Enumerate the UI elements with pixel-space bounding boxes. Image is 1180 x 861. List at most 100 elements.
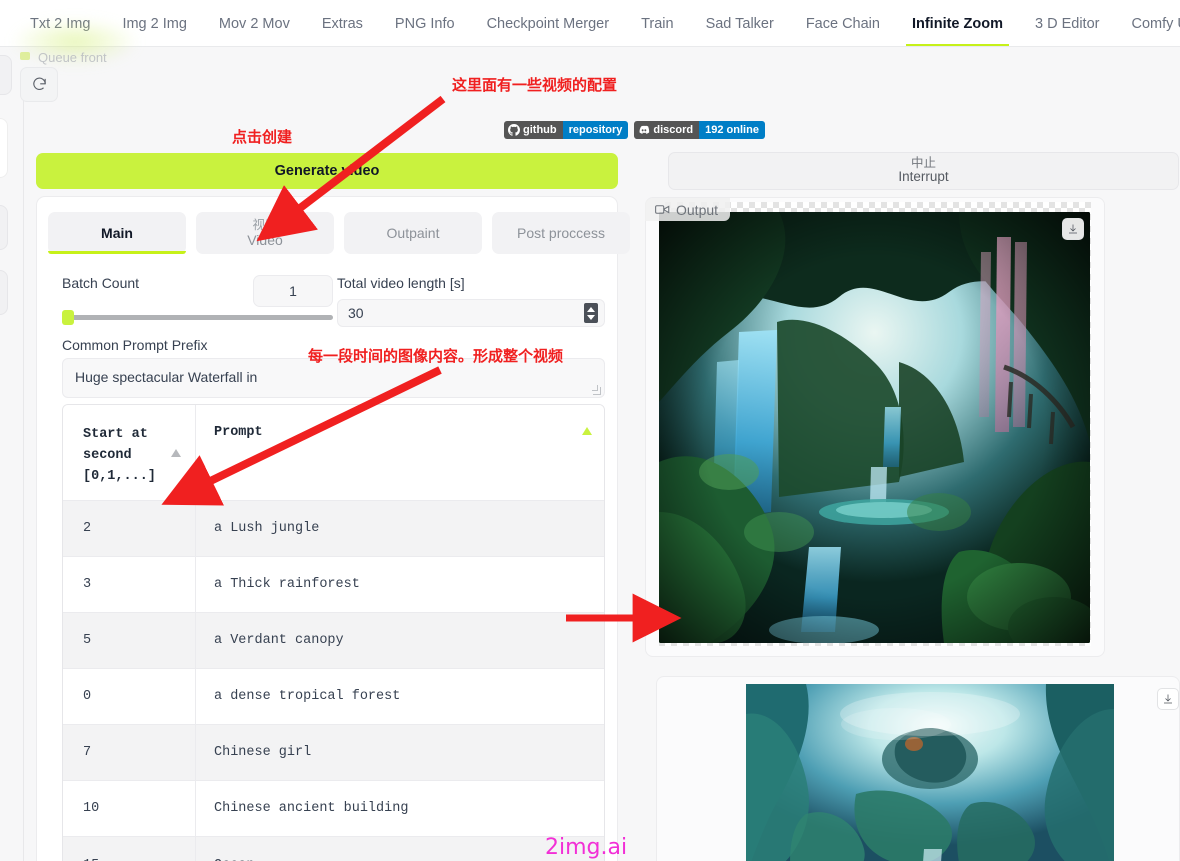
batch-count-label: Batch Count	[62, 275, 140, 291]
tab-video[interactable]: 视频 Video	[196, 212, 334, 254]
output-image-preview[interactable]	[746, 684, 1114, 861]
tab-sad-talker[interactable]: Sad Talker	[706, 1, 774, 47]
interrupt-label: Interrupt	[898, 169, 949, 185]
github-badge-left: github	[504, 121, 563, 139]
tab-3d-editor[interactable]: 3 D Editor	[1035, 1, 1099, 47]
badge-row: github repository discord 192 online	[504, 121, 765, 139]
download-icon	[1069, 224, 1077, 234]
column-header-start-label: Start at second [0,1,...]	[83, 427, 156, 484]
left-rail-divider	[23, 90, 24, 861]
cell-start[interactable]: 0	[63, 669, 196, 724]
batch-count-input[interactable]: 1	[253, 275, 333, 307]
app-root: Txt 2 Img Img 2 Img Mov 2 Mov Extras PNG…	[0, 0, 1180, 861]
stepper-up-icon[interactable]	[587, 306, 595, 312]
output-label-chip: Output	[645, 198, 731, 221]
cell-prompt[interactable]: Chinese girl	[196, 725, 604, 780]
download-button[interactable]	[1062, 218, 1084, 240]
offscreen-panel-3	[0, 205, 8, 250]
sort-ascending-icon-prompt[interactable]	[582, 427, 592, 435]
queue-status-dot	[20, 52, 30, 60]
cell-start[interactable]: 2	[63, 501, 196, 556]
github-badge[interactable]: github repository	[504, 121, 629, 139]
total-video-length-value: 30	[348, 305, 364, 321]
table-row[interactable]: 15 Ocean	[63, 837, 604, 861]
tab-comfy-ui[interactable]: Comfy UI	[1131, 1, 1180, 47]
tab-png-info[interactable]: PNG Info	[395, 1, 455, 47]
tab-post-process-label: Post proccess	[517, 224, 605, 241]
table-header-row: Start at second [0,1,...] Prompt	[63, 405, 604, 501]
tab-mov2mov[interactable]: Mov 2 Mov	[219, 1, 290, 47]
batch-count-slider[interactable]	[62, 310, 333, 325]
cell-prompt[interactable]: Ocean	[196, 837, 604, 861]
cell-start[interactable]: 3	[63, 557, 196, 612]
video-icon	[655, 205, 670, 214]
tab-video-label: Video	[247, 232, 283, 249]
output-video-preview[interactable]	[659, 212, 1090, 643]
tab-video-label-cn: 视频	[252, 217, 278, 232]
table-row[interactable]: 10 Chinese ancient building	[63, 781, 604, 837]
offscreen-panel-1	[0, 55, 12, 95]
generate-video-button[interactable]: Generate video	[36, 153, 618, 189]
discord-icon	[639, 125, 650, 134]
main-tab-bar[interactable]: Txt 2 Img Img 2 Img Mov 2 Mov Extras PNG…	[0, 0, 1180, 47]
table-row[interactable]: 2 a Lush jungle	[63, 501, 604, 557]
tab-main[interactable]: Main	[48, 212, 186, 254]
discord-badge-left: discord	[634, 121, 700, 139]
cell-start[interactable]: 5	[63, 613, 196, 668]
download-icon	[1164, 694, 1172, 704]
output-label-text: Output	[676, 201, 719, 218]
total-video-length-stepper[interactable]	[584, 303, 598, 323]
stepper-down-icon[interactable]	[587, 314, 595, 320]
output-image-frame	[746, 684, 1114, 861]
output-video-frame	[659, 212, 1090, 643]
discord-badge-label: discord	[653, 124, 694, 136]
cell-prompt[interactable]: a Lush jungle	[196, 501, 604, 556]
total-video-length-input[interactable]: 30	[337, 299, 605, 327]
common-prompt-prefix-input[interactable]: Huge spectacular Waterfall in	[62, 358, 605, 398]
cell-prompt[interactable]: a dense tropical forest	[196, 669, 604, 724]
cell-start[interactable]: 7	[63, 725, 196, 780]
refresh-icon-glyph	[32, 77, 46, 90]
cell-prompt[interactable]: Chinese ancient building	[196, 781, 604, 836]
cell-prompt[interactable]: a Thick rainforest	[196, 557, 604, 612]
cell-start[interactable]: 10	[63, 781, 196, 836]
batch-count-slider-thumb[interactable]	[62, 310, 74, 325]
sort-ascending-icon-start[interactable]	[171, 449, 181, 457]
tab-checkpoint-merger[interactable]: Checkpoint Merger	[487, 1, 610, 47]
github-badge-right: repository	[562, 121, 629, 139]
offscreen-panel-2	[0, 118, 8, 178]
column-header-start-at-second[interactable]: Start at second [0,1,...]	[63, 405, 196, 500]
tab-face-chain[interactable]: Face Chain	[806, 1, 880, 47]
table-row[interactable]: 0 a dense tropical forest	[63, 669, 604, 725]
textarea-resize-grip[interactable]	[592, 385, 601, 395]
queue-front-label: Queue front	[38, 50, 107, 65]
cell-start[interactable]: 15	[63, 837, 196, 861]
tab-main-label: Main	[101, 224, 133, 241]
tab-outpaint-label: Outpaint	[386, 224, 440, 241]
download-button-secondary[interactable]	[1157, 688, 1179, 710]
tab-txt2img[interactable]: Txt 2 Img	[30, 1, 90, 47]
cell-prompt[interactable]: a Verdant canopy	[196, 613, 604, 668]
github-icon	[508, 124, 520, 136]
total-video-length-label: Total video length [s]	[337, 275, 465, 291]
refresh-icon[interactable]	[20, 67, 58, 102]
discord-badge[interactable]: discord 192 online	[634, 121, 765, 139]
tab-extras[interactable]: Extras	[322, 1, 363, 47]
discord-badge-right: 192 online	[699, 121, 765, 139]
table-row[interactable]: 5 a Verdant canopy	[63, 613, 604, 669]
settings-subtab-bar[interactable]: Main 视频 Video Outpaint Post proccess	[48, 212, 630, 254]
offscreen-panel-4	[0, 270, 8, 315]
tab-img2img[interactable]: Img 2 Img	[122, 1, 186, 47]
tab-infinite-zoom[interactable]: Infinite Zoom	[905, 1, 1010, 47]
common-prompt-prefix-value: Huge spectacular Waterfall in	[75, 369, 258, 385]
tab-train[interactable]: Train	[641, 1, 674, 47]
tab-outpaint[interactable]: Outpaint	[344, 212, 482, 254]
column-header-prompt[interactable]: Prompt	[196, 405, 604, 500]
table-row[interactable]: 7 Chinese girl	[63, 725, 604, 781]
batch-count-slider-track	[62, 315, 333, 320]
prompt-table: Start at second [0,1,...] Prompt 2 a Lus…	[62, 404, 605, 861]
common-prompt-prefix-label: Common Prompt Prefix	[62, 337, 208, 353]
table-row[interactable]: 3 a Thick rainforest	[63, 557, 604, 613]
tab-post-process[interactable]: Post proccess	[492, 212, 630, 254]
interrupt-button[interactable]: 中止 Interrupt	[668, 152, 1179, 190]
